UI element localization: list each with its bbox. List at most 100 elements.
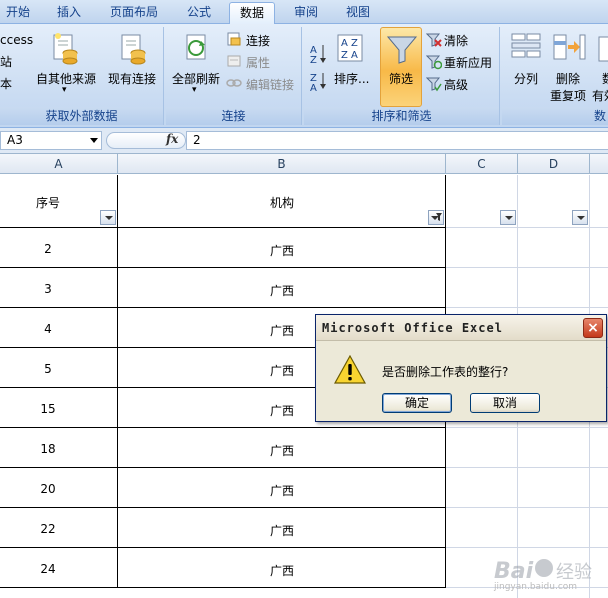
grid-line [0,507,608,508]
properties-button: 属性 [246,56,271,70]
refresh-all-icon [186,34,206,60]
chevron-down-icon[interactable] [90,138,98,143]
tab-home[interactable]: 开始 [0,2,38,24]
edit-links-icon [226,79,242,87]
tab-page-layout[interactable]: 页面布局 [100,2,168,24]
confirm-dialog: Microsoft Office Excel × 是否删除工作表的整行? 确定 … [315,314,607,422]
tab-insert[interactable]: 插入 [46,2,92,24]
tab-formulas[interactable]: 公式 [176,2,222,24]
cell-a-row[interactable]: 18 [0,442,96,456]
watermark-url: jingyan.baidu.com [494,582,578,592]
cancel-button[interactable]: 取消 [470,393,540,413]
filter-label: 筛选 [389,72,414,86]
svg-text:经验: 经验 [556,562,592,583]
data-validation-icon [598,36,608,62]
connections-icon [227,32,241,46]
cell-a-row[interactable]: 15 [0,402,96,416]
column-headers: A B C D [0,154,608,174]
group-sort-filter: A Z Z A A Z Z A 排序... 筛选 清除 重新应用 高级 排序和筛… [304,27,500,125]
remove-duplicates-label-1[interactable]: 删除 [556,70,580,87]
column-header-c[interactable]: C [446,154,518,174]
svg-text:Z: Z [310,55,317,66]
from-web-button[interactable]: 站 [0,53,12,70]
function-icon[interactable]: fx [166,132,178,146]
filter-dropdown-a[interactable] [100,210,116,225]
svg-text:A: A [310,83,317,91]
svg-text:Bai: Bai [494,559,534,584]
tab-view[interactable]: 视图 [335,2,381,24]
cell-a-row[interactable]: 2 [0,242,96,256]
ok-button[interactable]: 确定 [382,393,452,413]
cell-a-row[interactable]: 3 [0,282,96,296]
sort-dialog-icon: A Z Z A [337,34,363,62]
group-get-external-data: ccess 站 本 自其他来源 ▾ 现有连接 获取外部数据 [0,27,164,125]
chevron-down-icon: ▾ [62,85,67,95]
column-header-a[interactable]: A [0,154,118,174]
text-to-columns-icon [511,33,541,58]
name-box-value: A3 [7,133,23,147]
existing-connections-button[interactable]: 现有连接 [108,70,156,87]
filter-button[interactable]: 筛选 [380,27,422,107]
dialog-message: 是否删除工作表的整行? [382,365,509,379]
group-label-sort-filter: 排序和筛选 [304,107,499,125]
remove-duplicates-icon [553,34,586,60]
cell-b-row[interactable]: 广西 [118,442,446,459]
group-connections: 全部刷新 ▾ 连接 属性 编辑链接 连接 [166,27,302,125]
column-header-d[interactable]: D [518,154,590,174]
svg-text:Z A: Z A [341,50,358,61]
advanced-filter-icon [426,77,442,92]
text-to-columns-button[interactable]: 分列 [514,70,538,87]
filter-dropdown-d[interactable] [572,210,588,225]
svg-text:A Z: A Z [341,38,358,49]
column-header-e[interactable] [590,154,608,174]
close-button[interactable]: × [583,318,603,338]
tab-review[interactable]: 审阅 [283,2,329,24]
cell-b-row[interactable]: 广西 [118,562,446,579]
cell-a-row[interactable]: 4 [0,322,96,336]
name-box[interactable]: A3 [0,131,102,150]
cell-b-row[interactable]: 广西 [118,522,446,539]
data-validation-label-2[interactable]: 有效 [592,87,608,104]
warning-icon [334,355,366,384]
formula-input[interactable]: 2 [186,131,608,150]
other-sources-icon [53,33,78,65]
cell-b-row[interactable]: 广西 [118,282,446,299]
edit-links-button: 编辑链接 [246,78,295,92]
data-validation-label-1[interactable]: 数 [602,70,608,87]
grid-line [0,307,608,308]
grid-line [0,427,608,428]
clear-button[interactable]: 清除 [444,32,468,49]
connections-button[interactable]: 连接 [246,32,270,49]
existing-connections-icon [121,34,146,65]
sort-az-icon: A Z Z A [310,45,326,91]
reapply-button[interactable]: 重新应用 [444,54,492,71]
formula-bar: A3 fx 2 [0,128,608,154]
tab-data[interactable]: 数据 [229,2,275,24]
cell-a-row[interactable]: 5 [0,362,96,376]
reapply-icon [426,55,442,70]
remove-duplicates-label-2[interactable]: 重复项 [550,87,586,104]
cell-a-row[interactable]: 20 [0,482,96,496]
dialog-title[interactable]: Microsoft Office Excel [316,315,606,341]
header-cell-a[interactable]: 序号 [0,194,96,211]
column-header-b[interactable]: B [118,154,446,174]
grid-line [0,467,608,468]
filter-dropdown-c[interactable] [500,210,516,225]
cell-a-row[interactable]: 22 [0,522,96,536]
grid-line [0,267,608,268]
advanced-button[interactable]: 高级 [444,76,468,93]
header-cell-b[interactable]: 机构 [118,194,446,211]
ribbon: ccess 站 本 自其他来源 ▾ 现有连接 获取外部数据 全部刷新 ▾ 连接 … [0,24,608,128]
filter-dropdown-b[interactable] [428,210,444,225]
sort-button[interactable]: 排序... [334,70,369,87]
clear-filter-icon [426,33,442,47]
grid-line [0,547,608,548]
group-data-tools: 分列 删除 重复项 数 有效 数 [502,27,608,125]
cell-b-row[interactable]: 广西 [118,482,446,499]
from-text-button[interactable]: 本 [0,75,12,92]
group-label-external: 获取外部数据 [0,107,163,125]
cell-b-row[interactable]: 广西 [118,242,446,259]
cell-a-row[interactable]: 24 [0,562,96,576]
ribbon-tab-bar: 开始 插入 页面布局 公式 数据 审阅 视图 [0,0,608,24]
from-access-button[interactable]: ccess [0,33,33,47]
